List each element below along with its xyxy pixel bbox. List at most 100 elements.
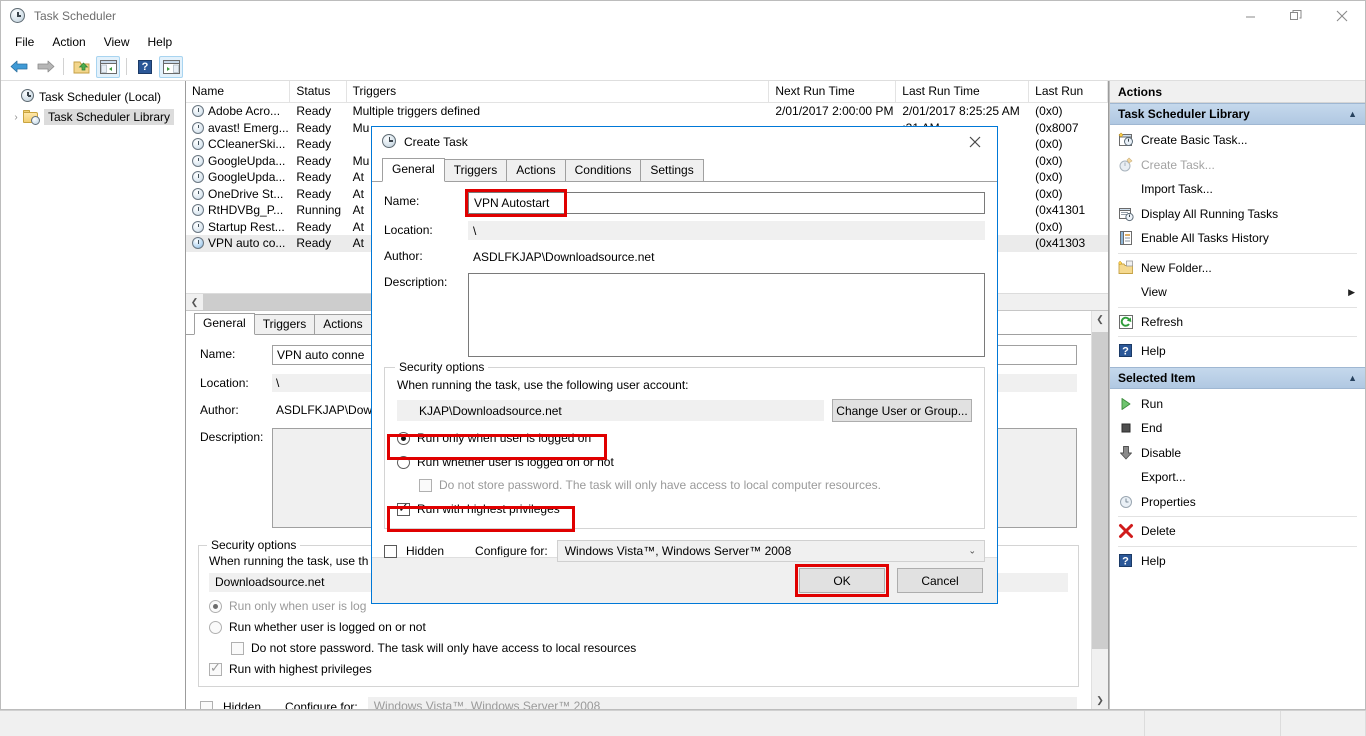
action-item-export[interactable]: Export... (1110, 465, 1365, 490)
action-item-enable-all-tasks-history[interactable]: Enable All Tasks History (1110, 226, 1365, 251)
tree-node-task-scheduler-library[interactable]: › Task Scheduler Library (1, 107, 185, 127)
action-item-help[interactable]: ? Help (1110, 549, 1365, 574)
close-icon[interactable] (1319, 1, 1365, 31)
cancel-button[interactable]: Cancel (897, 568, 983, 593)
dialog-name-input[interactable]: VPN Autostart (468, 192, 985, 214)
help-icon[interactable]: ? (133, 56, 157, 78)
chevron-up-icon[interactable]: ▲ (1348, 109, 1357, 119)
checkbox-icon[interactable] (419, 478, 432, 492)
table-cell-status: Ready (296, 219, 332, 234)
detail-security-legend: Security options (207, 538, 301, 552)
dialog-tab-settings[interactable]: Settings (640, 159, 704, 181)
table-cell-status: Ready (296, 137, 332, 152)
detail-configure-select[interactable]: Windows Vista™, Windows Server™ 2008 (367, 697, 1077, 709)
radio-button-icon[interactable] (209, 620, 222, 634)
dialog-cb-no-password[interactable]: Do not store password. The task will onl… (419, 478, 972, 492)
action-item-end[interactable]: End (1110, 416, 1365, 441)
chevron-up-icon[interactable]: ▲ (1348, 373, 1357, 383)
dialog-tab-conditions[interactable]: Conditions (564, 159, 642, 181)
chevron-down-icon[interactable]: ⌄ (968, 546, 976, 557)
forward-icon[interactable] (33, 56, 57, 78)
ok-button[interactable]: OK (799, 568, 885, 593)
menu-separator (1118, 306, 1357, 308)
column-header-status[interactable]: Status (290, 81, 347, 102)
blank-icon (1118, 181, 1134, 197)
action-item-new-folder[interactable]: New Folder... (1110, 256, 1365, 281)
chevron-right-icon[interactable]: › (9, 112, 23, 123)
tree-node-task-scheduler-local[interactable]: Task Scheduler (Local) (1, 87, 185, 107)
dialog-description-input[interactable] (468, 273, 985, 357)
detail-tab-triggers[interactable]: Triggers (253, 314, 316, 334)
action-item-label: Refresh (1141, 314, 1184, 329)
clock-icon (192, 105, 204, 118)
scroll-up-icon[interactable]: ❮ (1092, 311, 1108, 328)
checkbox-icon[interactable] (397, 500, 410, 516)
menu-item-file[interactable]: File (6, 33, 43, 51)
detail-tab-actions[interactable]: Actions (314, 314, 372, 334)
dialog-configure-select[interactable]: Windows Vista™, Windows Server™ 2008 ⌄ (556, 540, 985, 562)
column-header-triggers[interactable]: Triggers (347, 81, 770, 102)
vscroll-track[interactable] (1092, 328, 1108, 692)
dialog-tabs: General Triggers Actions Conditions Sett… (372, 157, 997, 182)
refresh-icon (1118, 314, 1134, 330)
detail-radio-whether[interactable]: Run whether user is logged on or not (209, 620, 1068, 634)
detail-vscrollbar[interactable]: ❮ ❯ (1091, 311, 1108, 709)
task-name-label: avast! Emerg... (208, 120, 289, 135)
table-cell-name: Adobe Acro... (186, 104, 290, 118)
actions-group-header-selected-item[interactable]: Selected Item ▲ (1110, 366, 1365, 389)
menu-item-help[interactable]: Help (139, 33, 182, 51)
column-header-name[interactable]: Name (186, 81, 291, 102)
detail-cb-highest[interactable]: Run with highest privileges (209, 660, 1068, 676)
dialog-radio-logged-on[interactable]: Run only when user is logged on (397, 431, 972, 445)
chevron-right-icon[interactable]: ▶ (1348, 287, 1365, 298)
checkbox-icon[interactable] (231, 641, 244, 655)
action-item-delete[interactable]: Delete (1110, 519, 1365, 544)
checkbox-icon[interactable] (209, 660, 222, 676)
dialog-tab-actions[interactable]: Actions (506, 159, 566, 181)
detail-cb-no-password[interactable]: Do not store password. The task will onl… (231, 641, 1068, 655)
show-console-tree-icon[interactable] (96, 55, 120, 78)
radio-button-icon[interactable] (209, 599, 222, 613)
action-item-disable[interactable]: Disable (1110, 441, 1365, 466)
dialog-name-row: Name: VPN Autostart (384, 189, 985, 217)
show-action-pane-icon[interactable] (159, 55, 183, 78)
action-item-run[interactable]: Run (1110, 392, 1365, 417)
table-row[interactable]: Adobe Acro... Ready Multiple triggers defi… (186, 103, 1108, 120)
action-item-help[interactable]: ? Help (1110, 339, 1365, 364)
properties-icon (1118, 494, 1134, 510)
maximize-icon[interactable] (1273, 1, 1319, 31)
column-header-last-run-result[interactable]: Last Run (1029, 81, 1108, 102)
vscroll-thumb[interactable] (1092, 332, 1108, 649)
dialog-tab-general[interactable]: General (382, 158, 445, 182)
dialog-tab-triggers[interactable]: Triggers (443, 159, 508, 181)
action-item-label: Delete (1141, 524, 1176, 539)
detail-tab-general[interactable]: General (194, 313, 255, 335)
menu-item-view[interactable]: View (95, 33, 139, 51)
action-item-properties[interactable]: Properties (1110, 490, 1365, 515)
menu-item-action[interactable]: Action (43, 33, 94, 51)
scroll-left-icon[interactable]: ❮ (186, 294, 203, 310)
checkbox-icon[interactable] (384, 544, 397, 558)
scroll-down-icon[interactable]: ❯ (1092, 692, 1108, 709)
table-cell-name: RtHDVBg_P... (186, 203, 290, 217)
radio-button-icon[interactable] (397, 455, 410, 469)
action-item-display-all-running-tasks[interactable]: Display All Running Tasks (1110, 202, 1365, 227)
console-tree-pane: Task Scheduler (Local) › Task Scheduler … (1, 81, 186, 709)
back-icon[interactable] (7, 56, 31, 78)
action-item-refresh[interactable]: Refresh (1110, 310, 1365, 335)
change-user-or-group-button[interactable]: Change User or Group... (832, 399, 972, 422)
action-item-import-task[interactable]: Import Task... (1110, 177, 1365, 202)
dialog-close-icon[interactable] (953, 127, 997, 157)
action-item-create-basic-task[interactable]: Create Basic Task... (1110, 128, 1365, 153)
up-folder-icon[interactable] (70, 56, 94, 78)
minimize-icon[interactable] (1227, 1, 1273, 31)
radio-button-icon[interactable] (397, 431, 410, 445)
action-item-view[interactable]: View ▶ (1110, 280, 1365, 305)
column-header-last-run-time[interactable]: Last Run Time (896, 81, 1030, 102)
actions-group-header-task-scheduler-library[interactable]: Task Scheduler Library ▲ (1110, 103, 1365, 125)
table-cell-triggers: Multiple triggers defined (352, 104, 480, 119)
dialog-cb-highest[interactable]: Run with highest privileges (397, 500, 972, 516)
column-header-next-run-time[interactable]: Next Run Time (769, 81, 897, 102)
checkbox-icon[interactable] (200, 700, 213, 709)
dialog-radio-whether[interactable]: Run whether user is logged on or not (397, 455, 972, 469)
